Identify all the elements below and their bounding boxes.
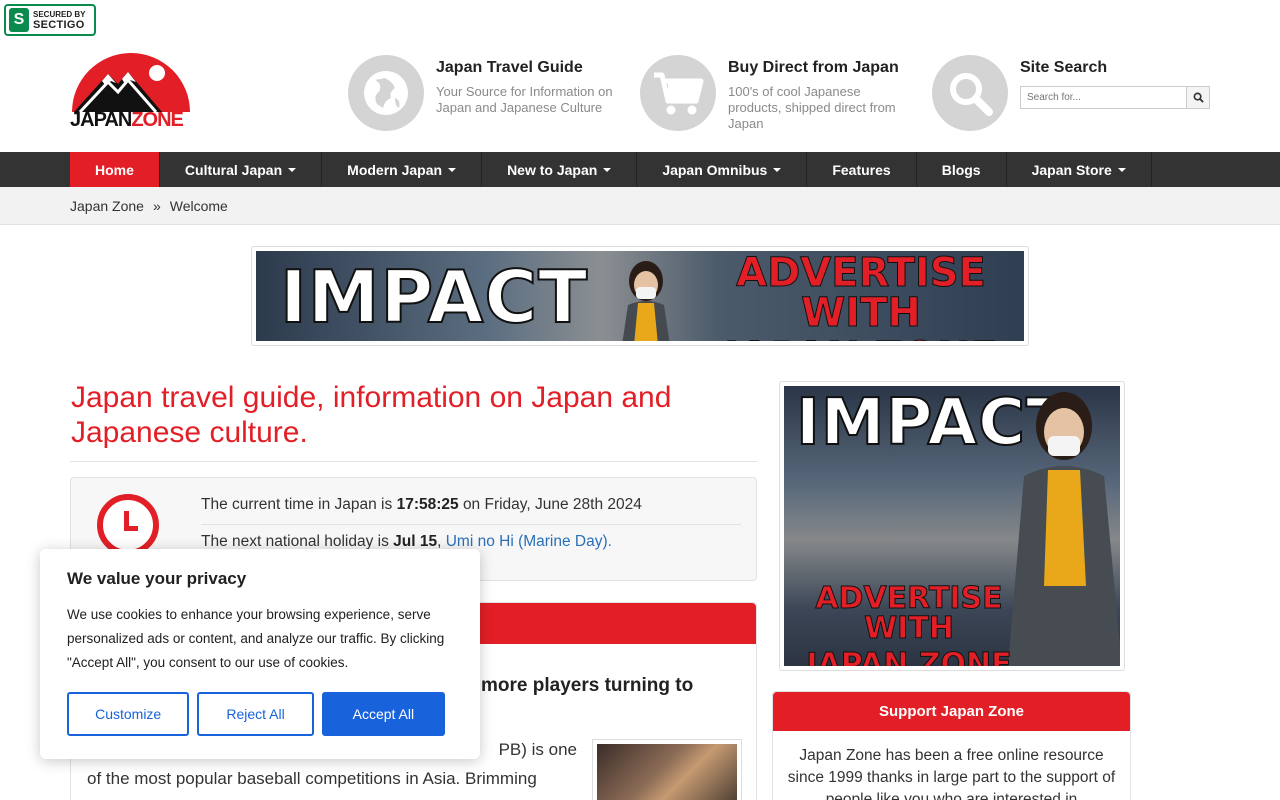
support-panel: Support Japan Zone Japan Zone has been a… xyxy=(772,691,1131,800)
nav-item-cultural-japan[interactable]: Cultural Japan xyxy=(160,152,323,187)
news-headline[interactable]: more players turning to xyxy=(481,675,693,697)
buy-direct-desc: 100's of cool Japanese products, shipped… xyxy=(728,84,896,131)
site-search-title: Site Search xyxy=(1020,59,1108,76)
travel-guide-title[interactable]: Japan Travel Guide xyxy=(436,59,621,77)
main-nav: Home Cultural Japan Modern Japan New to … xyxy=(0,152,1280,187)
nav-item-japan-omnibus[interactable]: Japan Omnibus xyxy=(637,152,808,187)
support-body: Japan Zone has been a free online resour… xyxy=(787,747,1116,800)
page-title: Japan travel guide, information on Japan… xyxy=(71,381,672,449)
logo-wordmark: JAPANZONE xyxy=(70,109,184,131)
divider xyxy=(70,461,757,462)
nav-item-japan-store[interactable]: Japan Store xyxy=(1007,152,1152,187)
nav-item-new-to-japan[interactable]: New to Japan xyxy=(482,152,638,187)
holiday-link[interactable]: Umi no Hi (Marine Day). xyxy=(446,533,612,550)
nav-item-blogs[interactable]: Blogs xyxy=(917,152,1007,187)
current-time-value: 17:58:25 xyxy=(396,496,459,513)
caret-down-icon xyxy=(1117,167,1126,172)
cart-icon xyxy=(640,55,716,131)
banner-person-image xyxy=(622,261,670,341)
travel-guide-desc: Your Source for Information on Japan and… xyxy=(436,84,613,115)
search-button[interactable] xyxy=(1186,86,1210,109)
nav-item-home[interactable]: Home xyxy=(70,152,160,187)
nav-item-modern-japan[interactable]: Modern Japan xyxy=(322,152,483,187)
shield-icon: S xyxy=(9,8,29,32)
news-thumbnail[interactable] xyxy=(592,739,742,800)
holiday-date: Jul 15 xyxy=(393,533,438,550)
reject-all-button[interactable]: Reject All xyxy=(197,692,314,736)
banner-impact-text: IMPACT xyxy=(279,254,589,340)
globe-icon xyxy=(348,55,424,131)
header-site-search: Site Search xyxy=(932,55,1210,131)
caret-down-icon xyxy=(773,167,782,172)
header-buy-direct[interactable]: Buy Direct from Japan 100's of cool Japa… xyxy=(640,55,913,132)
caret-down-icon xyxy=(603,167,612,172)
accept-all-button[interactable]: Accept All xyxy=(321,692,446,736)
search-icon xyxy=(932,55,1008,131)
header-travel-guide[interactable]: Japan Travel Guide Your Source for Infor… xyxy=(348,55,621,131)
top-banner-ad[interactable]: IMPACT ADVERTISE WITH JAPAN ZONE xyxy=(251,246,1029,346)
breadcrumb: Japan Zone » Welcome xyxy=(0,187,1280,225)
nav-item-features[interactable]: Features xyxy=(807,152,917,187)
buy-direct-title[interactable]: Buy Direct from Japan xyxy=(728,59,913,77)
caret-down-icon xyxy=(288,167,297,172)
logo-mountain-icon xyxy=(72,53,190,114)
clock-icon xyxy=(97,494,159,556)
cookie-consent-dialog: We value your privacy We use cookies to … xyxy=(40,549,480,759)
current-time-line: The current time in Japan is 17:58:25 on… xyxy=(201,496,642,513)
cookie-body: We use cookies to enhance your browsing … xyxy=(67,607,445,670)
breadcrumb-current: Welcome xyxy=(169,197,228,214)
sectigo-badge[interactable]: S SECURED BY SECTIGO xyxy=(4,4,96,36)
search-icon xyxy=(1193,92,1204,103)
breadcrumb-separator: » xyxy=(152,197,161,214)
support-title: Support Japan Zone xyxy=(773,692,1130,731)
customize-button[interactable]: Customize xyxy=(67,692,190,736)
sidebar-ad[interactable]: IMPACT ADVERTISE WITH JAPAN ZONE xyxy=(779,381,1125,671)
caret-down-icon xyxy=(448,167,457,172)
cookie-title: We value your privacy xyxy=(67,569,247,588)
banner-advertise-text: ADVERTISE WITH JAPAN ZONE xyxy=(724,251,999,342)
breadcrumb-root[interactable]: Japan Zone xyxy=(70,198,144,214)
site-logo[interactable]: JAPANZONE xyxy=(70,50,192,132)
search-input[interactable] xyxy=(1020,86,1186,109)
badge-line2: SECTIGO xyxy=(33,19,85,31)
sidebar-advertise-text: ADVERTISE WITH JAPAN ZONE xyxy=(806,581,1012,666)
divider xyxy=(201,524,741,525)
